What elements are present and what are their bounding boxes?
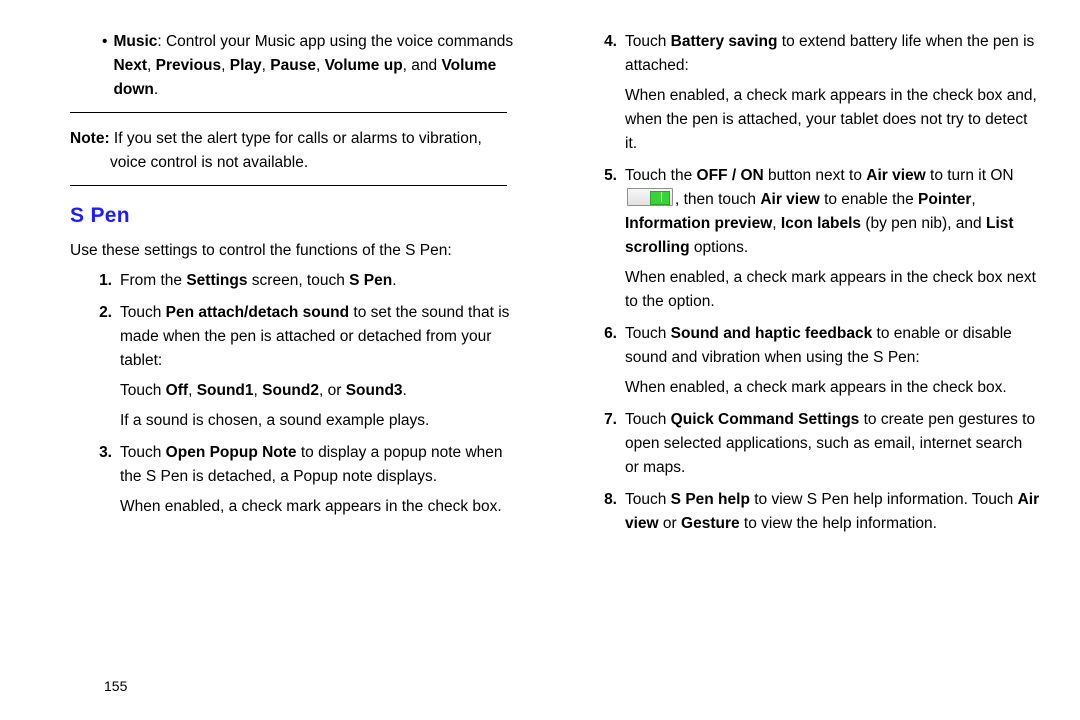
numbered-step: 7.Touch Quick Command Settings to create… [599,408,1040,486]
step-text: Touch Open Popup Note to display a popup… [120,441,525,489]
page-number: 155 [104,678,127,694]
step-number: 5. [599,164,617,320]
manual-page: • Music: Control your Music app using th… [0,0,1080,720]
numbered-step: 8.Touch S Pen help to view S Pen help in… [599,488,1040,542]
step-text: Touch Pen attach/detach sound to set the… [120,301,525,373]
step-body: Touch Pen attach/detach sound to set the… [120,301,525,439]
toggle-on-icon [627,188,673,206]
numbered-step: 3.Touch Open Popup Note to display a pop… [94,441,525,525]
step-number: 3. [94,441,112,525]
music-bullet-text: Music: Control your Music app using the … [113,30,525,102]
step-text: Touch Sound and haptic feedback to enabl… [625,322,1040,370]
step-text: If a sound is chosen, a sound example pl… [120,409,525,433]
right-column: 4.Touch Battery saving to extend battery… [555,30,1040,696]
bullet-dot: • [102,30,107,102]
step-body: Touch Battery saving to extend battery l… [625,30,1040,162]
section-intro: Use these settings to control the functi… [70,239,525,263]
step-number: 2. [94,301,112,439]
step-number: 7. [599,408,617,486]
step-body: Touch the OFF / ON button next to Air vi… [625,164,1040,320]
step-text: When enabled, a check mark appears in th… [625,376,1040,400]
numbered-step: 1. From the Settings screen, touch S Pen. [94,269,525,299]
numbered-step: 6.Touch Sound and haptic feedback to ena… [599,322,1040,406]
step-text: Touch Quick Command Settings to create p… [625,408,1040,480]
numbered-step: 4.Touch Battery saving to extend battery… [599,30,1040,162]
step-text: When enabled, a check mark appears in th… [625,84,1040,156]
note-block: Note: If you set the alert type for call… [70,127,525,175]
note-line-1: Note: If you set the alert type for call… [70,127,525,151]
step-text: Touch Off, Sound1, Sound2, or Sound3. [120,379,525,403]
step-body: Touch Open Popup Note to display a popup… [120,441,525,525]
step-number: 4. [599,30,617,162]
step-body: From the Settings screen, touch S Pen. [120,269,525,299]
step-text: Touch Battery saving to extend battery l… [625,30,1040,78]
step-body: Touch Sound and haptic feedback to enabl… [625,322,1040,406]
step-text: Touch the OFF / ON button next to Air vi… [625,164,1040,260]
section-heading-s-pen: S Pen [70,200,525,233]
step-number: 1. [94,269,112,299]
divider-top [70,112,507,113]
step-text: Touch S Pen help to view S Pen help info… [625,488,1040,536]
steps-left: 1. From the Settings screen, touch S Pen.… [70,269,525,525]
step-text: From the Settings screen, touch S Pen. [120,269,525,293]
note-line-2: voice control is not available. [110,151,525,175]
step-body: Touch Quick Command Settings to create p… [625,408,1040,486]
steps-right: 4.Touch Battery saving to extend battery… [575,30,1040,542]
step-number: 8. [599,488,617,542]
step-number: 6. [599,322,617,406]
numbered-step: 5.Touch the OFF / ON button next to Air … [599,164,1040,320]
step-text: When enabled, a check mark appears in th… [625,266,1040,314]
left-column: • Music: Control your Music app using th… [70,30,555,696]
step-text: When enabled, a check mark appears in th… [120,495,525,519]
step-body: Touch S Pen help to view S Pen help info… [625,488,1040,542]
divider-bottom [70,185,507,186]
numbered-step: 2.Touch Pen attach/detach sound to set t… [94,301,525,439]
music-bullet: • Music: Control your Music app using th… [102,30,525,102]
